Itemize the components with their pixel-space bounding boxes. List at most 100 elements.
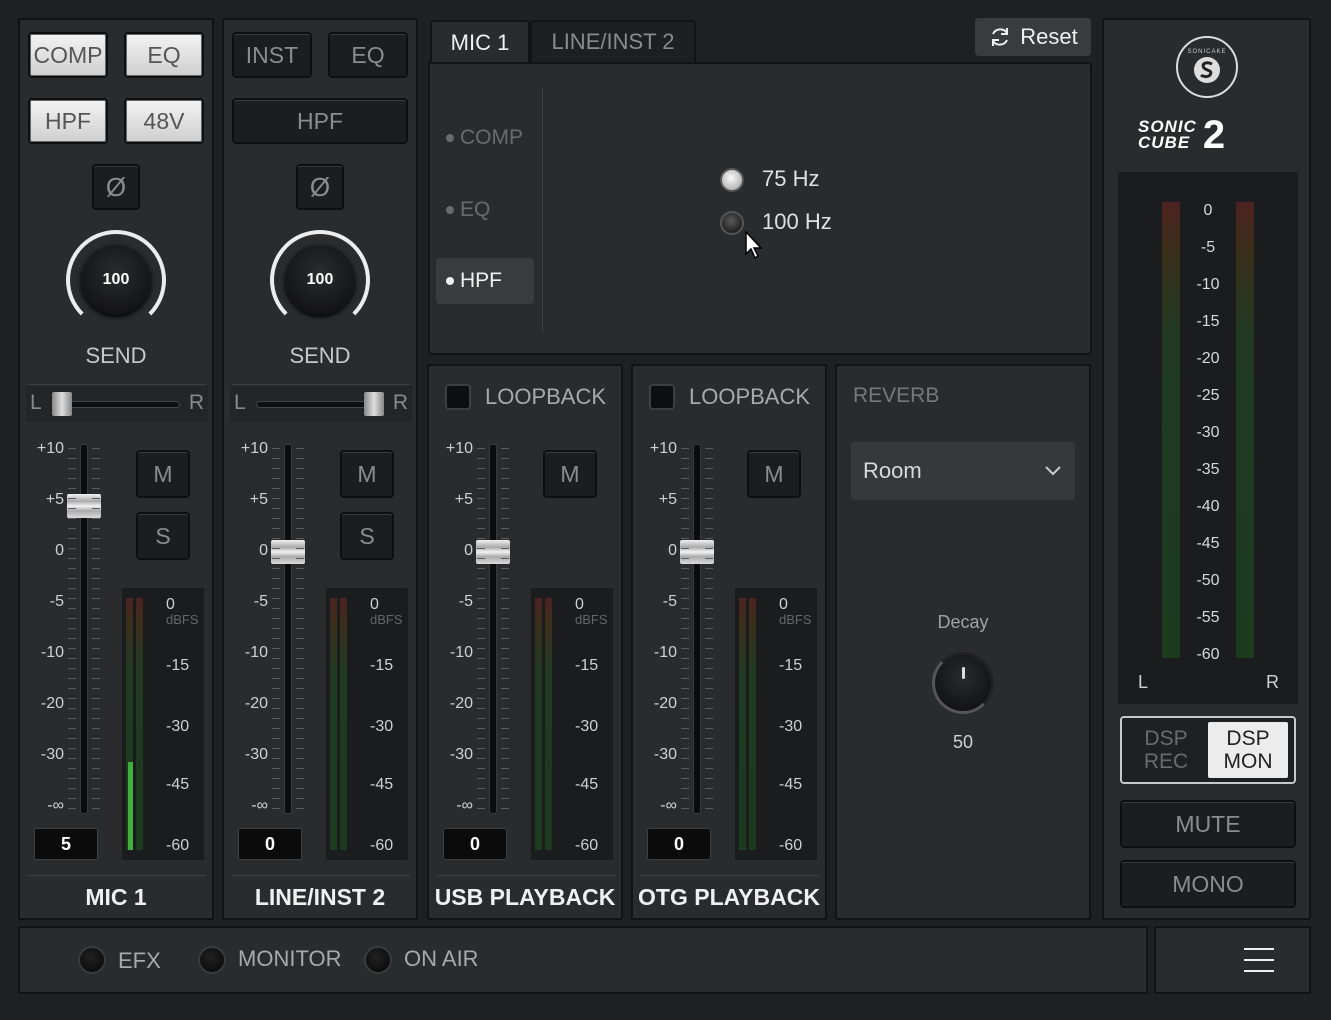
reset-button[interactable]: Reset <box>975 18 1091 56</box>
hpf-button[interactable]: HPF <box>28 98 108 144</box>
dsp-menu-comp[interactable]: COMP <box>436 118 534 158</box>
hpf-75hz-radio[interactable] <box>720 168 744 192</box>
fader-tick <box>681 808 689 809</box>
fader-tick <box>272 598 280 599</box>
loopback-checkbox[interactable] <box>649 384 675 410</box>
fader-tick <box>92 638 100 639</box>
eq-button[interactable]: EQ <box>328 32 408 78</box>
fader-cap[interactable] <box>476 540 510 564</box>
fader-tick <box>705 728 713 729</box>
fader-cap[interactable] <box>271 540 305 564</box>
hamburger-menu-icon[interactable] <box>1244 948 1274 972</box>
decay-knob[interactable] <box>932 652 994 714</box>
send-knob[interactable]: 100 <box>81 245 151 315</box>
level-meter: 0 dBFS -15 -30 -45 -60 <box>735 588 817 860</box>
fader-tick <box>705 528 713 529</box>
fader-tick <box>501 748 509 749</box>
pan-thumb[interactable] <box>364 392 384 416</box>
dsp-rec-option[interactable]: DSP REC <box>1126 722 1206 778</box>
inst-button[interactable]: INST <box>232 32 312 78</box>
fader-tick <box>296 598 304 599</box>
fader-tick <box>92 728 100 729</box>
fader-value[interactable]: 0 <box>238 828 302 860</box>
fader-scale: +10 +5 0 -5 -10 -20 -30 -∞ <box>240 440 268 814</box>
mute-button[interactable]: M <box>136 450 190 498</box>
fader-tick <box>501 678 509 679</box>
phase-invert-button[interactable]: Ø <box>92 164 140 210</box>
pan-thumb[interactable] <box>52 392 72 416</box>
solo-button[interactable]: S <box>136 512 190 560</box>
dsp-mode-toggle[interactable]: DSP REC DSP MON <box>1120 716 1296 784</box>
fader-tick <box>272 748 280 749</box>
hpf-button[interactable]: HPF <box>232 98 408 144</box>
master-mono-button[interactable]: MONO <box>1120 860 1296 908</box>
fader-tick <box>477 618 485 619</box>
fader-value[interactable]: 5 <box>34 828 98 860</box>
solo-button[interactable]: S <box>340 512 394 560</box>
fader-tick <box>477 588 485 589</box>
eq-button[interactable]: EQ <box>124 32 204 78</box>
fader-tick <box>68 618 76 619</box>
fader-tick <box>68 698 76 699</box>
comp-button[interactable]: COMP <box>28 32 108 78</box>
mute-button[interactable]: M <box>747 450 801 498</box>
channel-strip-line-inst2: INST EQ HPF Ø 100 SEND L R +10 +5 0 -5 -… <box>222 18 418 920</box>
dsp-menu-eq[interactable]: EQ <box>436 190 534 230</box>
mute-button[interactable]: M <box>340 450 394 498</box>
dsp-menu-hpf[interactable]: HPF <box>436 258 534 304</box>
mute-button[interactable]: M <box>543 450 597 498</box>
efx-led[interactable] <box>78 946 106 974</box>
fader-tick <box>681 558 689 559</box>
fader-tick <box>296 798 304 799</box>
fader-tick <box>92 588 100 589</box>
fader-tick <box>296 538 304 539</box>
fader-tick <box>681 458 689 459</box>
fader-tick <box>705 548 713 549</box>
dsp-tab-mic1[interactable]: MIC 1 <box>430 20 530 64</box>
fader-tick <box>296 638 304 639</box>
reverb-panel: REVERB Room Decay 50 <box>835 364 1091 920</box>
fader-tick <box>705 448 713 449</box>
fader-tick <box>92 798 100 799</box>
on-air-led[interactable] <box>364 946 392 974</box>
phantom-48v-button[interactable]: 48V <box>124 98 204 144</box>
monitor-led[interactable] <box>198 946 226 974</box>
fader-tick <box>501 648 509 649</box>
fader-tick <box>681 468 689 469</box>
pan-control[interactable]: L R <box>26 386 208 422</box>
fader-tick <box>705 638 713 639</box>
fader-tick <box>68 518 76 519</box>
fader-tick <box>92 538 100 539</box>
loopback-checkbox[interactable] <box>445 384 471 410</box>
fader-value[interactable]: 0 <box>647 828 711 860</box>
fader-tick <box>296 808 304 809</box>
fader-cap[interactable] <box>680 540 714 564</box>
fader-tick <box>477 538 485 539</box>
fader-tick <box>272 808 280 809</box>
master-mute-button[interactable]: MUTE <box>1120 800 1296 848</box>
fader-tick <box>296 778 304 779</box>
pan-control[interactable]: L R <box>230 386 412 422</box>
fader-tick <box>705 488 713 489</box>
fader-tick <box>296 468 304 469</box>
dsp-mon-option[interactable]: DSP MON <box>1208 722 1288 778</box>
hpf-100hz-radio[interactable] <box>720 211 744 235</box>
fader-tick <box>501 698 509 699</box>
send-knob[interactable]: 100 <box>285 245 355 315</box>
fader-tick <box>296 658 304 659</box>
fader-tick <box>68 578 76 579</box>
fader-tick <box>272 518 280 519</box>
fader-tick <box>68 798 76 799</box>
fader-tick <box>477 488 485 489</box>
fader-scale: +10 +5 0 -5 -10 -20 -30 -∞ <box>649 440 677 814</box>
meter-level-fill <box>128 762 133 850</box>
reverb-preset-select[interactable]: Room <box>851 442 1075 500</box>
fader-value[interactable]: 0 <box>443 828 507 860</box>
dsp-tab-line-inst2[interactable]: LINE/INST 2 <box>530 20 696 62</box>
fader-tick <box>92 698 100 699</box>
fader-tick <box>681 628 689 629</box>
fader-tick <box>272 498 280 499</box>
phase-invert-button[interactable]: Ø <box>296 164 344 210</box>
refresh-icon <box>992 28 1009 46</box>
fader-tick <box>501 458 509 459</box>
